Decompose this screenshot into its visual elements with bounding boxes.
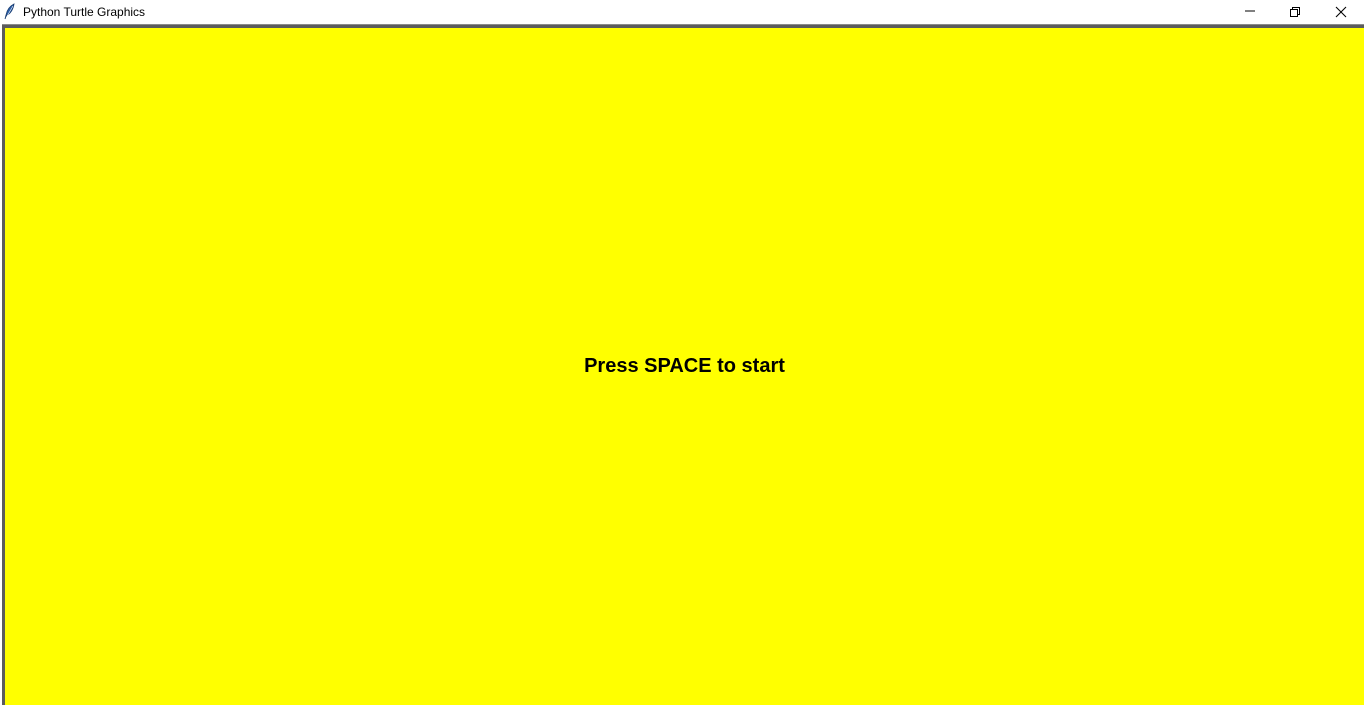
title-bar[interactable]: Python Turtle Graphics xyxy=(0,0,1366,24)
restore-icon xyxy=(1290,7,1300,17)
start-message: Press SPACE to start xyxy=(584,355,785,377)
minimize-icon xyxy=(1245,10,1255,12)
close-button[interactable] xyxy=(1318,0,1364,24)
turtle-canvas[interactable]: Press SPACE to start xyxy=(5,28,1364,705)
turtle-window: Python Turtle Graphics Press SPACE to st… xyxy=(0,0,1366,705)
window-title: Python Turtle Graphics xyxy=(23,5,146,19)
restore-button[interactable] xyxy=(1272,0,1318,24)
close-icon xyxy=(1335,6,1347,18)
minimize-button[interactable] xyxy=(1227,0,1273,24)
feather-icon xyxy=(4,3,16,20)
